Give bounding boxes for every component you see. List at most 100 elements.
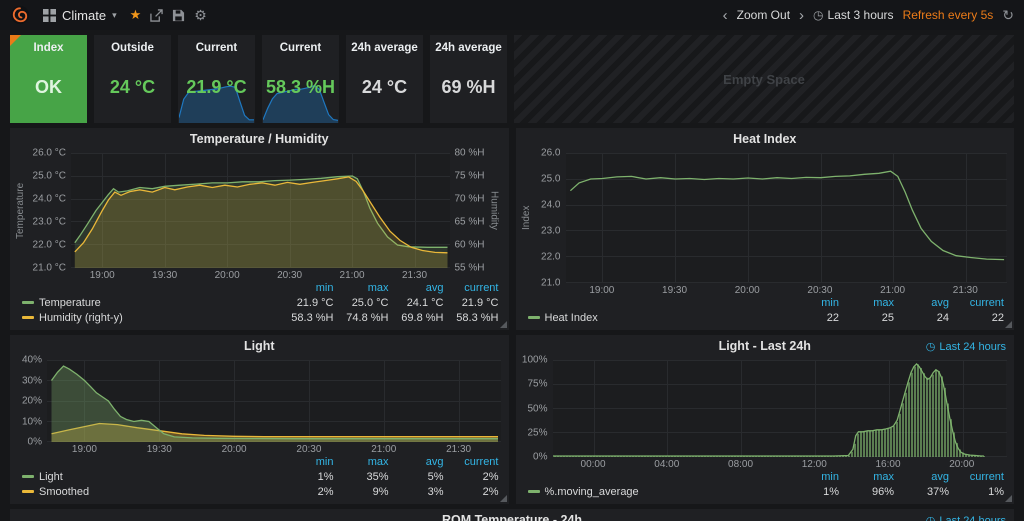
legend-col-avg[interactable]: avg [894,297,949,309]
grafana-logo-icon[interactable] [10,5,30,25]
plot-area[interactable] [47,360,501,442]
legend-value: 58.3 %H [456,311,499,324]
panel-resize-handle[interactable] [1005,321,1012,328]
legend-series-swatch [22,316,34,319]
refresh-interval[interactable]: Refresh every 5s [903,8,994,22]
legend-series-name: Smoothed [39,485,90,498]
x-tick-label: 19:00 [89,270,115,281]
y-tick-label: 23.0 [541,225,561,237]
legend-series[interactable]: Humidity (right-y) [22,312,279,324]
star-icon[interactable]: ★ [130,7,142,23]
x-tick-label: 08:00 [728,459,754,470]
legend-col-current[interactable]: current [949,471,1004,483]
legend-col-current[interactable]: current [949,297,1004,309]
stat-value: 58.3 %H [265,77,336,97]
y-tick-label: 26.0 [541,147,561,159]
stat-panel-title[interactable]: 24h average [346,42,423,54]
y-tick-label: 22.0 [541,251,561,263]
legend-col-max[interactable]: max [334,456,389,468]
legend-value: 2% [482,485,499,498]
panel-resize-handle[interactable] [499,495,507,502]
legend-col-avg[interactable]: avg [894,471,949,483]
stat-value: 21.9 °C [186,77,247,97]
panel-title[interactable]: Heat Index [733,132,796,146]
legend-series[interactable]: %.moving_average [527,486,785,498]
legend-value: 3% [427,485,444,498]
stat-panel-title[interactable]: Current [178,42,255,54]
legend-col-max[interactable]: max [839,471,894,483]
empty-space-label: Empty Space [723,71,805,87]
x-tick-label: 20:30 [277,270,303,281]
legend-value: 21.9 °C [461,296,499,309]
panel-header[interactable]: Temperature / Humidity [10,128,509,150]
y-tick-label: 75 %H [454,170,485,182]
y-tick-label: 23.0 °C [32,216,66,228]
plot-area[interactable] [71,153,450,268]
y-tick-label: 40% [21,354,42,366]
time-range-badge[interactable]: ◷ Last 24 hours [926,340,1006,354]
chart-canvas [71,153,450,268]
panel-heat-index: Heat Index Index 26.0 25.0 24.0 23.0 22.0 21.… [515,128,1015,330]
panel-title[interactable]: ROM Temperature - 24h [442,513,582,521]
legend-col-current[interactable]: current [444,282,498,294]
save-icon[interactable] [172,9,185,22]
legend-col-current[interactable]: current [444,456,498,468]
legend-col-avg[interactable]: avg [389,456,444,468]
stat-panel-title[interactable]: Outside [94,42,171,54]
panel-header[interactable]: Light [10,335,509,357]
legend-col-min[interactable]: min [279,282,334,294]
panel-header[interactable]: Light - Last 24h ◷ Last 24 hours [516,335,1015,357]
y-axis-label-left: Index [520,205,532,231]
time-range-badge[interactable]: ◷ Last 24 hours [926,514,1006,521]
dashboard-picker[interactable]: Climate ▾ [39,8,121,23]
legend-value: 74.8 %H [346,311,389,324]
dashboard-grid-icon [43,8,56,22]
panel-resize-handle[interactable] [499,321,507,328]
x-tick-label: 20:30 [296,444,322,455]
legend-col-max[interactable]: max [839,297,894,309]
legend-series[interactable]: Light [22,471,279,483]
panel-header[interactable]: ROM Temperature - 24h ◷ Last 24 hours [10,509,1014,521]
share-icon[interactable] [150,8,163,22]
plot-area[interactable] [565,153,1007,283]
panel-title[interactable]: Light - Last 24h [719,339,811,353]
time-range-label: Last 3 hours [827,8,894,22]
legend-col-min[interactable]: min [784,297,839,309]
stat-panel-avg-temp: 24h average 24 °C [346,35,423,123]
panel-title[interactable]: Light [244,339,275,353]
panel-header[interactable]: Heat Index [516,128,1015,150]
panel-resize-handle[interactable] [1005,495,1012,502]
chevron-right-icon[interactable]: › [799,8,804,23]
panel-title[interactable]: Temperature / Humidity [190,132,329,146]
legend-series[interactable]: Smoothed [22,486,279,498]
plot-area[interactable] [552,360,1007,457]
dashboard-title[interactable]: Climate [62,8,106,23]
legend-col-min[interactable]: min [279,456,334,468]
caret-down-icon: ▾ [112,9,117,20]
stat-panel-title[interactable]: 24h average [430,42,507,54]
legend-series[interactable]: Temperature [22,297,279,309]
x-tick-label: 00:00 [580,459,606,470]
stat-panel-current-humidity: Current 58.3 %H [262,35,339,123]
stat-panel-title[interactable]: Current [262,42,339,54]
legend-col-avg[interactable]: avg [389,282,444,294]
x-tick-label: 20:00 [214,270,240,281]
y-axis-ticks-left: 26.0 25.0 24.0 23.0 22.0 21.0 [533,148,566,296]
legend-series[interactable]: Heat Index [527,312,785,324]
x-tick-label: 21:30 [402,270,428,281]
y-axis-label-right: Humidity [488,191,500,230]
y-tick-label: 24.0 [541,199,561,211]
stat-panel-index: Index OK [10,35,87,123]
gear-icon[interactable]: ⚙ [194,7,207,24]
refresh-icon[interactable]: ↻ [1002,7,1014,24]
y-tick-label: 30% [21,375,42,386]
legend-value: 96% [871,485,894,498]
time-range-picker[interactable]: ◷ Last 3 hours [813,8,894,22]
zoom-out-button[interactable]: Zoom Out [737,8,790,22]
graph-body: 100% 75% 50% 25% 0% 00:00 04:00 08:00 12:00 16:0… [516,355,1015,470]
stat-panel-title[interactable]: Index [10,42,87,54]
legend-col-min[interactable]: min [784,471,839,483]
stat-value: 24 °C [361,77,408,97]
legend-col-max[interactable]: max [334,282,389,294]
chevron-left-icon[interactable]: ‹ [723,8,728,23]
